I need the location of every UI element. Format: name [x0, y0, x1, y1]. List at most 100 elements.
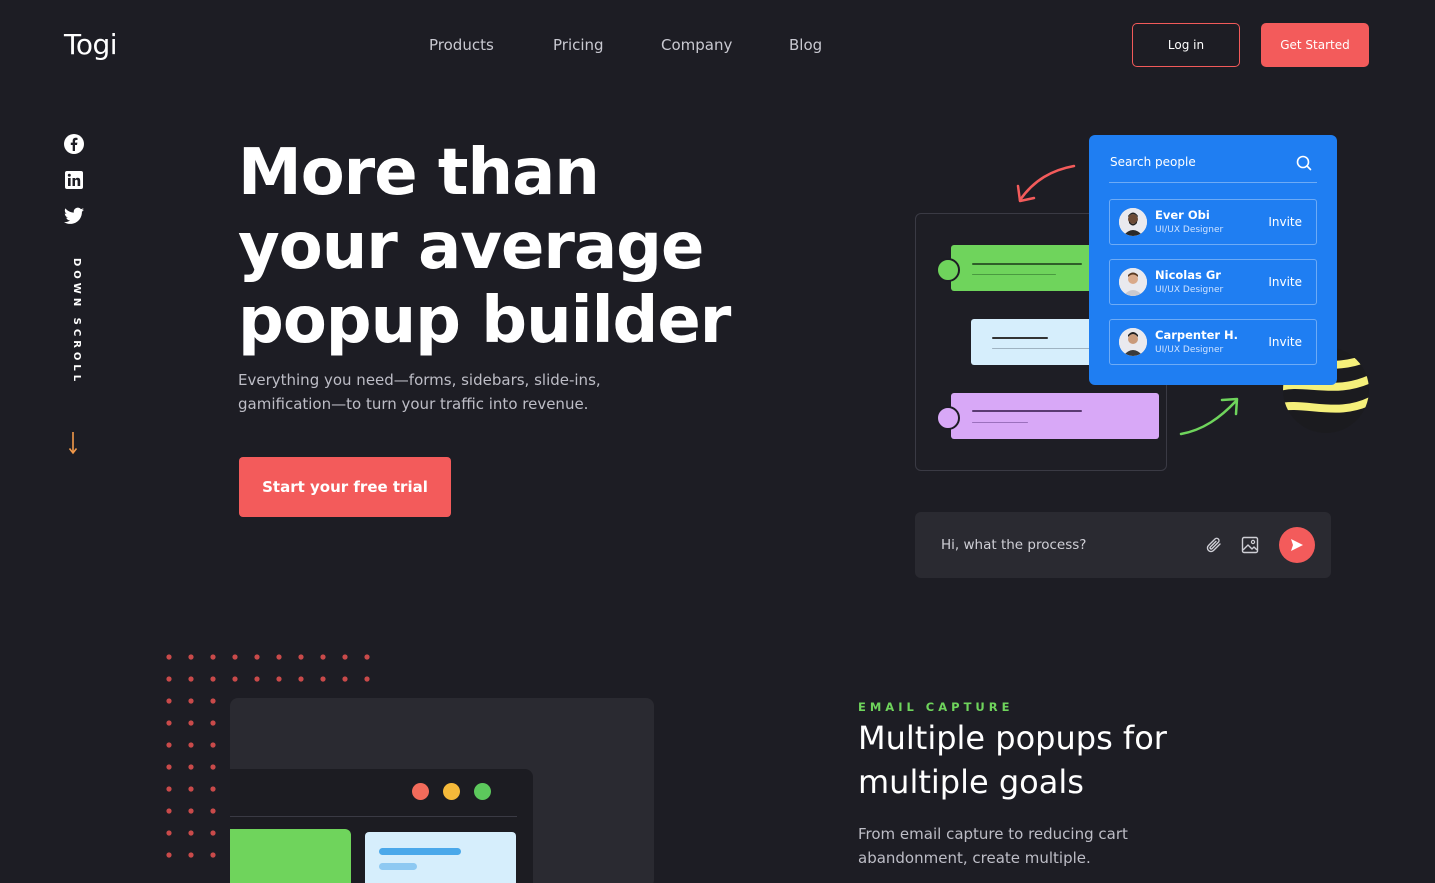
- avatar: [1119, 208, 1147, 236]
- pattern-dot: [188, 676, 194, 682]
- section-eyebrow: EMAIL CAPTURE: [858, 700, 1014, 714]
- bar-line: [972, 410, 1082, 412]
- pattern-dot: [342, 676, 348, 682]
- pattern-dot: [188, 720, 194, 726]
- green-tile: [230, 829, 351, 883]
- window-maximize-dot: [474, 783, 491, 800]
- hero-title: More than your average popup builder: [238, 136, 731, 358]
- pattern-dot: [188, 786, 194, 792]
- pattern-dot: [364, 654, 370, 660]
- pattern-dot: [188, 830, 194, 836]
- purple-toggle-knob: [936, 406, 960, 430]
- tile-line: [379, 863, 417, 870]
- person-card: Ever Obi UI/UX Designer Invite: [1109, 199, 1317, 245]
- pattern-dot: [188, 808, 194, 814]
- bar-line: [992, 337, 1048, 339]
- pattern-dot: [210, 742, 216, 748]
- pattern-dot: [298, 654, 304, 660]
- section-title: Multiple popups for multiple goals: [858, 719, 1167, 801]
- linkedin-icon[interactable]: [64, 170, 84, 190]
- pattern-dot: [166, 720, 172, 726]
- get-started-button[interactable]: Get Started: [1261, 23, 1369, 67]
- pattern-dot: [166, 764, 172, 770]
- bar-line: [972, 274, 1056, 275]
- pattern-dot: [166, 786, 172, 792]
- pattern-dot: [166, 654, 172, 660]
- bar-line: [992, 348, 1090, 349]
- person-role: UI/UX Designer: [1155, 225, 1224, 235]
- send-button[interactable]: [1279, 527, 1315, 563]
- section-subtitle: From email capture to reducing cart aban…: [858, 825, 1128, 867]
- green-toggle-knob: [936, 258, 960, 282]
- pattern-dot: [210, 654, 216, 660]
- invite-button[interactable]: Invite: [1268, 335, 1302, 349]
- pattern-dot: [166, 742, 172, 748]
- bar-line: [972, 263, 1082, 265]
- pattern-dot: [166, 808, 172, 814]
- invite-button[interactable]: Invite: [1268, 275, 1302, 289]
- pattern-dot: [188, 852, 194, 858]
- tile-line: [379, 848, 461, 855]
- nav-item-company[interactable]: Company: [661, 36, 732, 54]
- window-close-dot: [412, 783, 429, 800]
- blue-tile: [365, 832, 516, 883]
- pattern-dot: [166, 852, 172, 858]
- search-input[interactable]: Search people: [1110, 155, 1196, 169]
- image-icon[interactable]: [1241, 536, 1259, 558]
- chat-message-input[interactable]: Hi, what the process?: [941, 537, 1086, 553]
- pattern-dot: [166, 830, 172, 836]
- twitter-icon[interactable]: [64, 206, 84, 226]
- pattern-dot: [276, 676, 282, 682]
- green-curved-arrow-icon: [1178, 396, 1242, 442]
- start-free-trial-button[interactable]: Start your free trial: [239, 457, 451, 517]
- search-people-panel: Search people Ever Obi UI/UX Designer In…: [1089, 135, 1337, 385]
- pattern-dot: [232, 654, 238, 660]
- pattern-dot: [210, 764, 216, 770]
- hero-subtitle: Everything you need—forms, sidebars, sli…: [238, 371, 601, 413]
- pattern-dot: [188, 764, 194, 770]
- search-divider: [1109, 182, 1317, 183]
- pattern-dot: [210, 720, 216, 726]
- pattern-dot: [210, 830, 216, 836]
- pattern-dot: [298, 676, 304, 682]
- purple-popup-bar: [951, 393, 1159, 439]
- pattern-dot: [210, 676, 216, 682]
- pattern-dot: [188, 698, 194, 704]
- pattern-dot: [232, 676, 238, 682]
- nav-item-pricing[interactable]: Pricing: [553, 36, 604, 54]
- pattern-dot: [276, 654, 282, 660]
- pattern-dot: [210, 852, 216, 858]
- pattern-dot: [364, 676, 370, 682]
- person-role: UI/UX Designer: [1155, 345, 1224, 355]
- pattern-dot: [188, 742, 194, 748]
- arrow-down-icon[interactable]: [68, 430, 78, 461]
- pattern-dot: [166, 676, 172, 682]
- search-icon[interactable]: [1296, 155, 1312, 175]
- pattern-dot: [342, 654, 348, 660]
- pattern-dot: [320, 676, 326, 682]
- nav-item-products[interactable]: Products: [429, 36, 494, 54]
- window-minimize-dot: [443, 783, 460, 800]
- chat-input-bar: Hi, what the process?: [915, 512, 1331, 578]
- pattern-dot: [188, 654, 194, 660]
- person-name: Nicolas Gr: [1155, 268, 1221, 282]
- person-card: Carpenter H. UI/UX Designer Invite: [1109, 319, 1317, 365]
- paperclip-icon[interactable]: [1205, 536, 1223, 558]
- red-curved-arrow-icon: [1012, 162, 1078, 210]
- facebook-icon[interactable]: [64, 134, 84, 154]
- avatar: [1119, 328, 1147, 356]
- avatar: [1119, 268, 1147, 296]
- pattern-dot: [210, 698, 216, 704]
- login-button[interactable]: Log in: [1132, 23, 1240, 67]
- person-card: Nicolas Gr UI/UX Designer Invite: [1109, 259, 1317, 305]
- send-icon: [1291, 539, 1303, 551]
- person-name: Carpenter H.: [1155, 328, 1239, 342]
- pattern-dot: [254, 676, 260, 682]
- down-scroll-label: DOWN SCROLL: [71, 258, 82, 386]
- person-name: Ever Obi: [1155, 208, 1210, 222]
- pattern-dot: [210, 786, 216, 792]
- pattern-dot: [210, 808, 216, 814]
- pattern-dot: [320, 654, 326, 660]
- invite-button[interactable]: Invite: [1268, 215, 1302, 229]
- nav-item-blog[interactable]: Blog: [789, 36, 822, 54]
